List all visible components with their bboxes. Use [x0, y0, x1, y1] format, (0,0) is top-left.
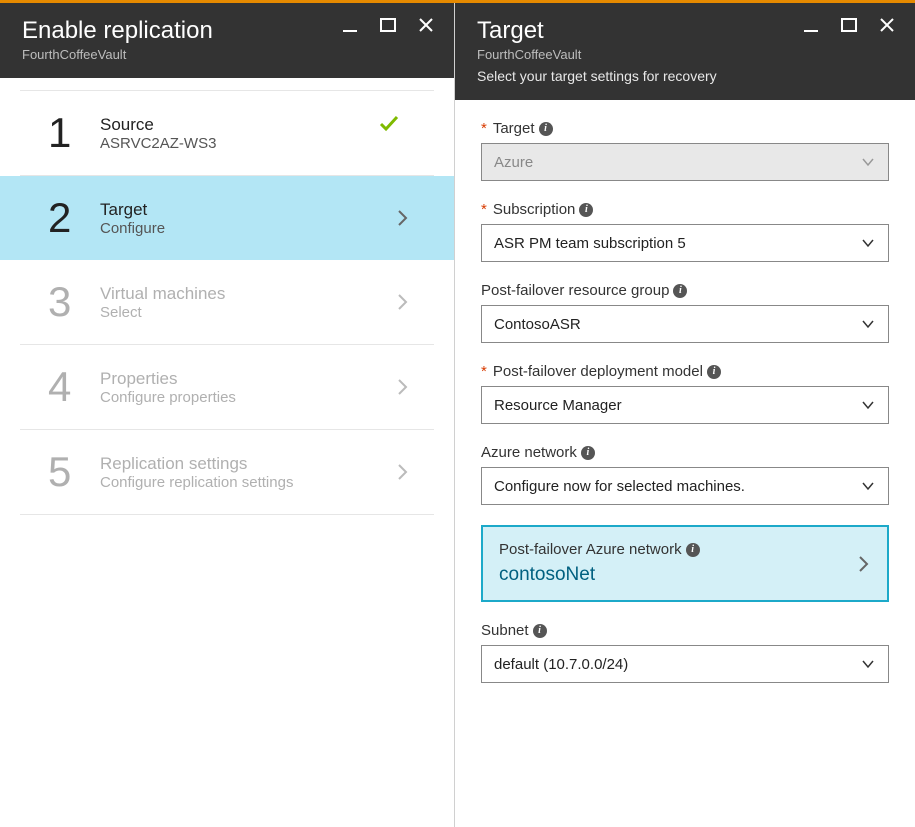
step-number: 5	[48, 448, 100, 496]
field-azure-network: Azure network i Configure now for select…	[481, 444, 889, 505]
step-replication-settings[interactable]: 5 Replication settings Configure replica…	[20, 430, 434, 515]
required-indicator: *	[481, 201, 487, 218]
step-number: 1	[48, 109, 100, 157]
field-resource-group: Post-failover resource group i ContosoAS…	[481, 282, 889, 343]
close-icon	[878, 16, 896, 34]
post-failover-network-card[interactable]: Post-failover Azure network i contosoNet	[481, 525, 889, 602]
chevron-right-icon	[857, 554, 871, 574]
post-failover-network-label: Post-failover Azure network i	[499, 541, 700, 558]
close-button[interactable]	[412, 13, 440, 37]
target-panel: Target FourthCoffeeVault Select your tar…	[455, 3, 915, 827]
step-title: Source	[100, 115, 410, 135]
step-subtitle: Configure	[100, 220, 396, 237]
step-subtitle: Select	[100, 304, 396, 321]
deployment-model-value: Resource Manager	[494, 397, 622, 414]
resource-group-label: Post-failover resource group i	[481, 282, 889, 299]
chevron-down-icon	[860, 478, 876, 494]
field-target: * Target i Azure	[481, 120, 889, 181]
target-label: * Target i	[481, 120, 889, 137]
resource-group-value: ContosoASR	[494, 316, 581, 333]
minimize-button[interactable]	[336, 13, 364, 37]
step-subtitle: Configure properties	[100, 389, 396, 406]
step-title: Target	[100, 200, 396, 220]
left-window-controls	[336, 13, 440, 37]
deployment-model-label: * Post-failover deployment model i	[481, 363, 889, 380]
left-header: Enable replication FourthCoffeeVault	[0, 3, 454, 78]
maximize-button[interactable]	[835, 13, 863, 37]
target-form: * Target i Azure * Subscription i ASR PM…	[455, 100, 915, 723]
chevron-right-icon	[396, 377, 410, 397]
required-indicator: *	[481, 120, 487, 137]
step-title: Virtual machines	[100, 284, 396, 304]
info-icon[interactable]: i	[539, 122, 553, 136]
info-icon[interactable]: i	[579, 203, 593, 217]
info-icon[interactable]: i	[707, 365, 721, 379]
resource-group-dropdown[interactable]: ContosoASR	[481, 305, 889, 343]
step-number: 2	[48, 194, 100, 242]
close-button[interactable]	[873, 13, 901, 37]
azure-network-label: Azure network i	[481, 444, 889, 461]
target-value: Azure	[494, 154, 533, 171]
subscription-dropdown[interactable]: ASR PM team subscription 5	[481, 224, 889, 262]
step-number: 4	[48, 363, 100, 411]
azure-network-dropdown[interactable]: Configure now for selected machines.	[481, 467, 889, 505]
target-dropdown: Azure	[481, 143, 889, 181]
checkmark-icon	[378, 113, 400, 135]
chevron-down-icon	[860, 397, 876, 413]
deployment-model-dropdown[interactable]: Resource Manager	[481, 386, 889, 424]
subnet-label: Subnet i	[481, 622, 889, 639]
field-subnet: Subnet i default (10.7.0.0/24)	[481, 622, 889, 683]
info-icon[interactable]: i	[533, 624, 547, 638]
right-window-controls	[797, 13, 901, 37]
minimize-button[interactable]	[797, 13, 825, 37]
step-subtitle: ASRVC2AZ-WS3	[100, 135, 410, 152]
right-header: Target FourthCoffeeVault Select your tar…	[455, 3, 915, 100]
chevron-down-icon	[860, 235, 876, 251]
chevron-down-icon	[860, 316, 876, 332]
right-description: Select your target settings for recovery	[477, 68, 893, 84]
close-icon	[417, 16, 435, 34]
info-icon[interactable]: i	[673, 284, 687, 298]
minimize-icon	[341, 16, 359, 34]
chevron-right-icon	[396, 208, 410, 228]
maximize-button[interactable]	[374, 13, 402, 37]
step-virtual-machines[interactable]: 3 Virtual machines Select	[20, 260, 434, 345]
step-number: 3	[48, 278, 100, 326]
subnet-value: default (10.7.0.0/24)	[494, 656, 628, 673]
subnet-dropdown[interactable]: default (10.7.0.0/24)	[481, 645, 889, 683]
minimize-icon	[802, 16, 820, 34]
info-icon[interactable]: i	[581, 446, 595, 460]
step-source[interactable]: 1 Source ASRVC2AZ-WS3	[20, 91, 434, 176]
chevron-right-icon	[396, 462, 410, 482]
azure-network-value: Configure now for selected machines.	[494, 478, 745, 495]
maximize-icon	[379, 16, 397, 34]
right-subtitle: FourthCoffeeVault	[477, 47, 893, 62]
step-properties[interactable]: 4 Properties Configure properties	[20, 345, 434, 430]
chevron-down-icon	[860, 656, 876, 672]
enable-replication-panel: Enable replication FourthCoffeeVault 1 S	[0, 3, 455, 827]
maximize-icon	[840, 16, 858, 34]
field-subscription: * Subscription i ASR PM team subscriptio…	[481, 201, 889, 262]
left-subtitle: FourthCoffeeVault	[22, 47, 432, 62]
subscription-value: ASR PM team subscription 5	[494, 235, 686, 252]
subscription-label: * Subscription i	[481, 201, 889, 218]
required-indicator: *	[481, 363, 487, 380]
step-title: Properties	[100, 369, 396, 389]
field-deployment-model: * Post-failover deployment model i Resou…	[481, 363, 889, 424]
step-title: Replication settings	[100, 454, 396, 474]
chevron-down-icon	[860, 154, 876, 170]
step-target[interactable]: 2 Target Configure	[0, 176, 454, 260]
chevron-right-icon	[396, 292, 410, 312]
step-subtitle: Configure replication settings	[100, 474, 396, 491]
info-icon[interactable]: i	[686, 543, 700, 557]
post-failover-network-value: contosoNet	[499, 564, 700, 586]
wizard-steps: 1 Source ASRVC2AZ-WS3 2 Target Configure	[0, 78, 454, 515]
